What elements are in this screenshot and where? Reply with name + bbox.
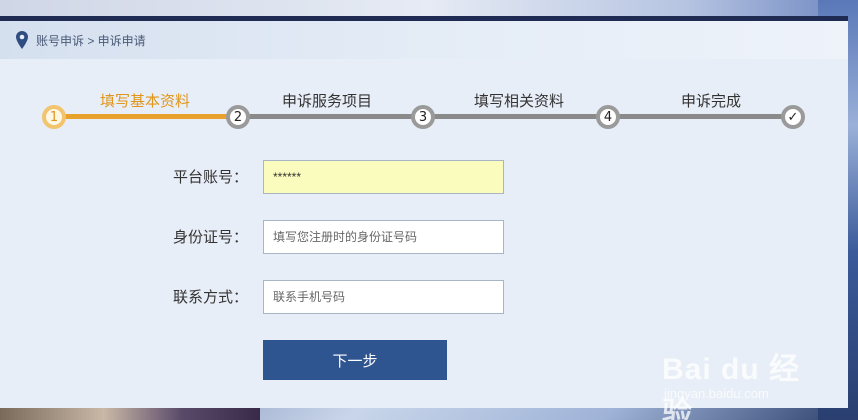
form-row-id-number: 身份证号：: [0, 220, 848, 254]
step-circle-4: 4: [596, 105, 620, 129]
form-row-account: 平台账号：: [0, 160, 848, 194]
form-row-contact: 联系方式：: [0, 280, 848, 314]
step-label-basic-info: 填写基本资料: [99, 92, 191, 110]
contact-label: 联系方式：: [172, 288, 248, 306]
watermark-brand: Bai du 经验: [662, 353, 801, 420]
baidu-watermark: Bai du 经验 jingyan.baidu.com: [662, 340, 812, 420]
step-circle-done-check-icon: ✓: [781, 105, 805, 129]
background-top: [0, 0, 858, 16]
progress-steps: 填写基本资料 申诉服务项目 填写相关资料 申诉完成 1 2 3 4 ✓: [40, 86, 810, 136]
breadcrumb: 账号申诉 > 申诉申请: [0, 21, 848, 59]
step-label-related-info: 填写相关资料: [473, 92, 565, 110]
id-number-label: 身份证号：: [172, 228, 248, 246]
next-step-button[interactable]: 下一步: [263, 340, 447, 380]
watermark-url: jingyan.baidu.com: [664, 386, 769, 401]
step-circle-2: 2: [226, 105, 250, 129]
account-input[interactable]: [263, 160, 504, 194]
step-circle-3: 3: [411, 105, 435, 129]
step-label-service-items: 申诉服务项目: [281, 92, 373, 110]
progress-track-active: [54, 114, 240, 119]
id-number-input[interactable]: [263, 220, 504, 254]
step-circle-1: 1: [42, 105, 66, 129]
breadcrumb-text[interactable]: 账号申诉 > 申诉申请: [36, 32, 146, 49]
step-label-complete: 申诉完成: [680, 92, 742, 110]
map-pin-icon: [16, 31, 28, 49]
contact-input[interactable]: [263, 280, 504, 314]
account-label: 平台账号：: [172, 168, 248, 186]
